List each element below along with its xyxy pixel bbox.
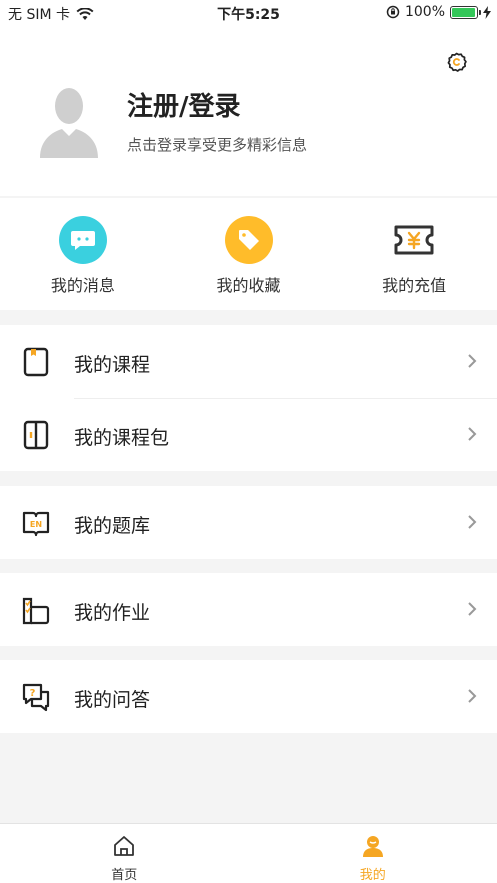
menu-label-my-homework: 我的作业 <box>74 602 151 624</box>
course-group: 我的课程 我的课程包 <box>0 325 497 471</box>
chevron-right-icon <box>468 689 477 703</box>
menu-item-my-courses[interactable]: 我的课程 <box>0 325 497 398</box>
profile-header: 注册/登录 点击登录享受更多精彩信息 <box>0 26 497 196</box>
status-bar: 无 SIM 卡 下午5:25 100% <box>0 0 497 26</box>
my-messages-label: 我的消息 <box>50 276 115 295</box>
my-recharge-button[interactable]: 我的充值 <box>331 198 497 310</box>
my-favorites-button[interactable]: 我的收藏 <box>166 198 332 310</box>
menu-item-my-homework[interactable]: 我的作业 <box>0 573 497 646</box>
menu-item-my-question-bank[interactable]: EN 我的题库 <box>0 486 497 559</box>
menu-label-my-course-packages: 我的课程包 <box>74 427 170 449</box>
chevron-right-icon <box>468 515 477 529</box>
question-answer-icon: ? <box>22 683 50 712</box>
homework-group: 我的作业 <box>0 573 497 646</box>
battery-percent: 100% <box>404 4 445 20</box>
tab-mine-label: 我的 <box>359 868 386 883</box>
login-subtitle: 点击登录享受更多精彩信息 <box>127 136 308 154</box>
ticket-yen-icon <box>390 216 438 264</box>
charging-bolt-icon <box>483 5 491 19</box>
tab-home[interactable]: 首页 <box>0 824 249 883</box>
battery-icon <box>450 5 481 19</box>
my-messages-button[interactable]: 我的消息 <box>0 198 166 310</box>
tab-home-label: 首页 <box>111 868 138 883</box>
message-icon <box>58 216 107 264</box>
chevron-right-icon <box>468 602 477 616</box>
tag-icon <box>224 216 273 264</box>
bottom-tab-bar: 首页 我的 <box>0 823 497 883</box>
qa-group: ? 我的问答 <box>0 660 497 733</box>
quick-actions: 我的消息 我的收藏 我的充值 <box>0 198 497 310</box>
login-register-title[interactable]: 注册/登录 <box>127 86 241 123</box>
chevron-right-icon <box>468 427 477 441</box>
course-package-icon <box>23 420 49 450</box>
my-recharge-label: 我的充值 <box>382 276 447 295</box>
status-right: 100% <box>386 4 491 20</box>
chevron-right-icon <box>468 354 477 368</box>
user-profile-icon <box>362 836 383 857</box>
tab-mine[interactable]: 我的 <box>249 824 497 883</box>
my-favorites-label: 我的收藏 <box>216 276 281 295</box>
question-bank-book-icon: EN <box>22 511 50 537</box>
settings-gear-icon[interactable] <box>445 50 469 74</box>
svg-text:?: ? <box>30 688 36 699</box>
svg-text:EN: EN <box>30 520 42 529</box>
menu-label-my-courses: 我的课程 <box>74 354 151 376</box>
question-bank-group: EN 我的题库 <box>0 486 497 559</box>
avatar-placeholder-icon[interactable] <box>38 84 100 158</box>
orientation-lock-icon <box>386 5 400 19</box>
home-icon <box>114 836 135 856</box>
menu-item-my-qa[interactable]: ? 我的问答 <box>0 660 497 733</box>
homework-icon <box>22 597 50 625</box>
menu-item-my-course-packages[interactable]: 我的课程包 <box>0 398 497 471</box>
course-book-icon <box>23 347 49 377</box>
menu-label-my-question-bank: 我的题库 <box>74 515 151 537</box>
menu-label-my-qa: 我的问答 <box>74 689 151 711</box>
